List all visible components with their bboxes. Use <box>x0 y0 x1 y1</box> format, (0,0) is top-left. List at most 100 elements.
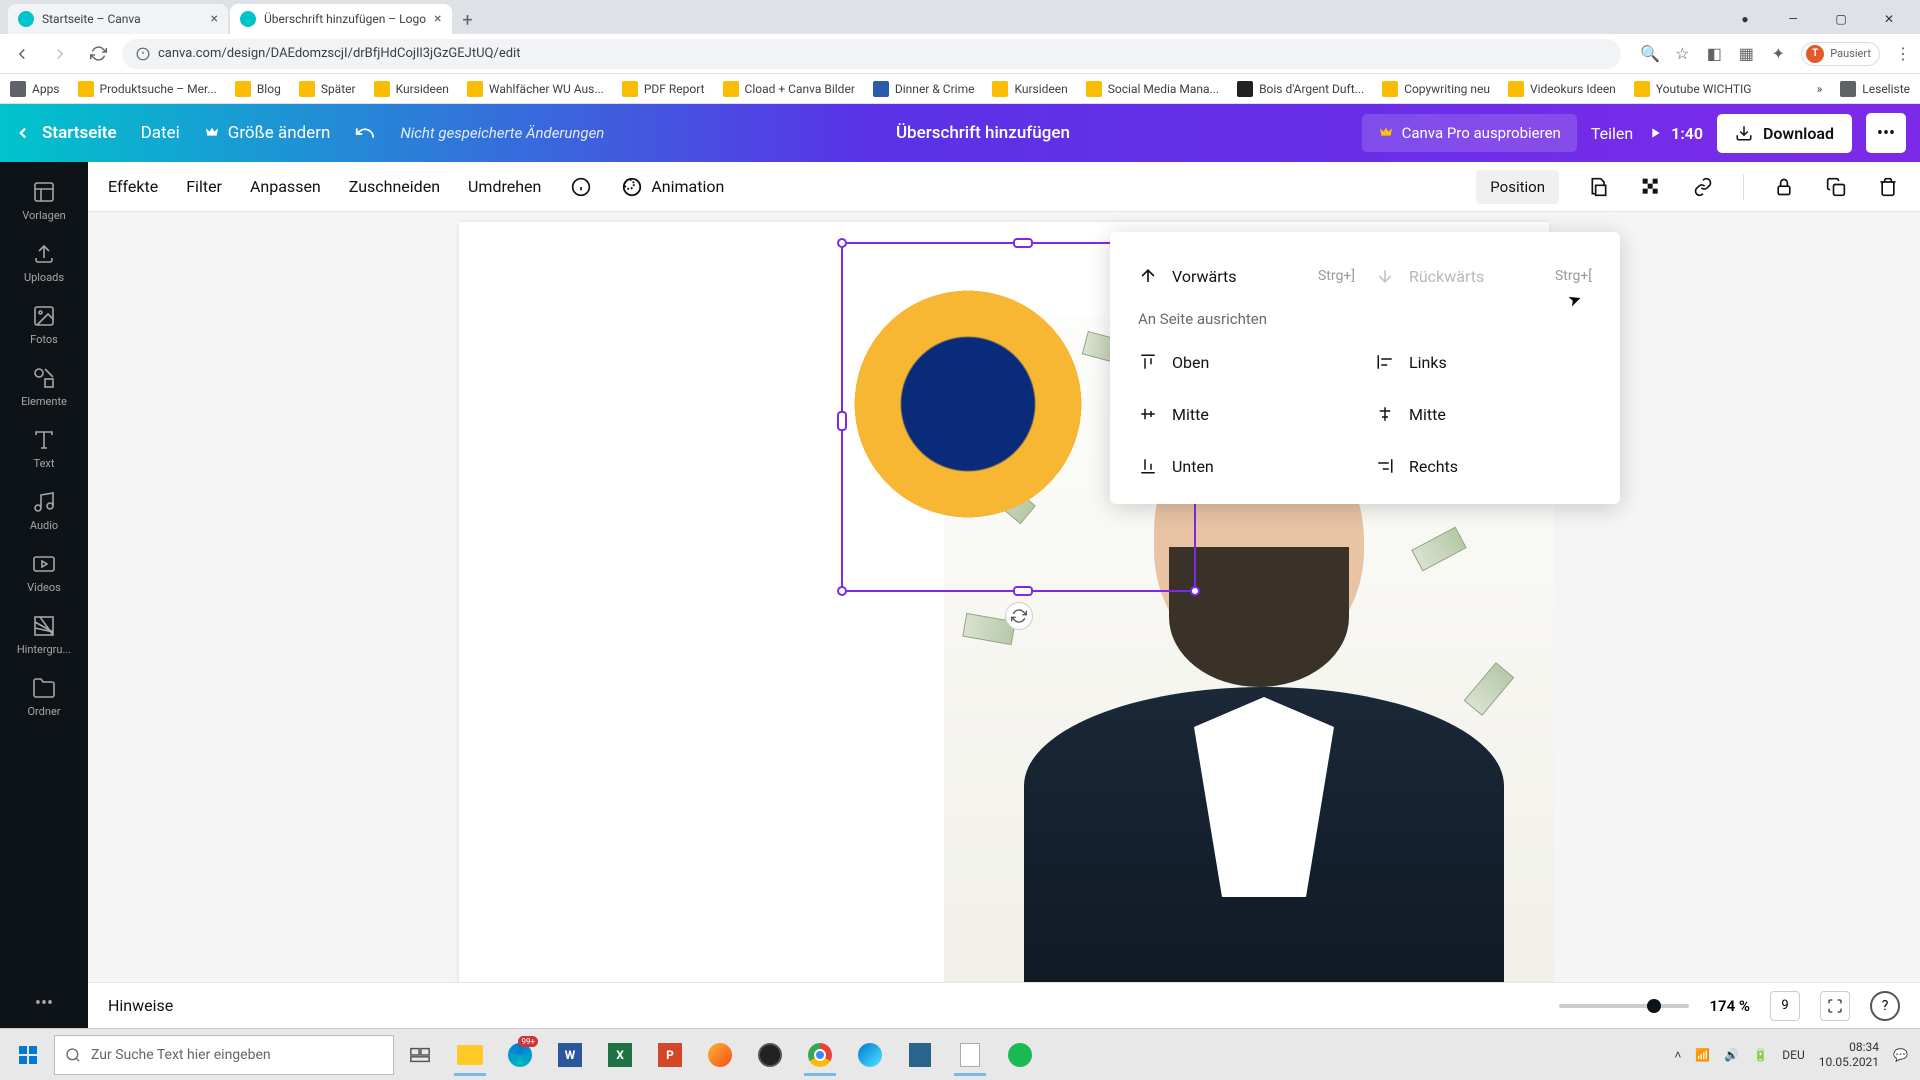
resize-handle[interactable] <box>837 586 847 596</box>
language-indicator[interactable]: DEU <box>1782 1048 1804 1062</box>
animation-button[interactable]: Animation <box>621 176 724 198</box>
zoom-percentage[interactable]: 174 % <box>1709 997 1750 1015</box>
powerpoint-app[interactable]: P <box>646 1034 694 1076</box>
copy-style-icon[interactable] <box>1587 175 1611 199</box>
fullscreen-button[interactable] <box>1820 991 1850 1021</box>
sidebar-item-templates[interactable]: Vorlagen <box>0 170 88 232</box>
bookmark-item[interactable]: PDF Report <box>622 81 705 97</box>
resize-handle[interactable] <box>1013 238 1033 248</box>
file-menu[interactable]: Datei <box>141 123 180 143</box>
canvas-area[interactable] <box>88 212 1920 1028</box>
align-top[interactable]: Oben <box>1138 344 1355 380</box>
bookmark-item[interactable]: Bois d'Argent Duft... <box>1237 81 1364 97</box>
bookmark-item[interactable]: Blog <box>235 81 281 97</box>
close-icon[interactable]: × <box>211 11 218 27</box>
resize-handle[interactable] <box>837 238 847 248</box>
more-button[interactable]: ••• <box>1866 113 1906 153</box>
volume-icon[interactable]: 🔊 <box>1724 1048 1739 1062</box>
duplicate-icon[interactable] <box>1824 175 1848 199</box>
sidebar-item-text[interactable]: Text <box>0 418 88 480</box>
design-title[interactable]: Überschrift hinzufügen <box>896 123 1070 143</box>
tray-chevron-icon[interactable]: ˄ <box>1674 1048 1681 1062</box>
transparency-icon[interactable] <box>1639 175 1663 199</box>
taskbar-search[interactable]: Zur Suche Text hier eingeben <box>54 1035 394 1075</box>
slider-thumb[interactable] <box>1647 999 1661 1013</box>
extension-icon[interactable]: ▦ <box>1737 45 1755 63</box>
download-button[interactable]: Download <box>1717 114 1852 153</box>
bookmark-apps[interactable]: Apps <box>10 81 60 97</box>
zoom-icon[interactable]: 🔍 <box>1641 45 1659 63</box>
browser-tab-active[interactable]: Überschrift hinzufügen – Logo × <box>230 4 452 34</box>
sidebar-more[interactable]: ••• <box>35 993 53 1028</box>
bookmark-item[interactable]: Copywriting neu <box>1382 81 1490 97</box>
sidebar-item-videos[interactable]: Videos <box>0 542 88 604</box>
filter-button[interactable]: Filter <box>186 177 222 196</box>
clock[interactable]: 08:34 10.05.2021 <box>1819 1040 1879 1069</box>
maximize-button[interactable]: ▢ <box>1818 4 1864 34</box>
extension-icon[interactable]: ✦ <box>1769 45 1787 63</box>
bookmark-item[interactable]: Cload + Canva Bilder <box>723 81 855 97</box>
bookmark-item[interactable]: Dinner & Crime <box>873 81 975 97</box>
sidebar-item-photos[interactable]: Fotos <box>0 294 88 356</box>
align-middle-h[interactable]: Mitte <box>1375 396 1592 432</box>
extension-icon[interactable]: ◧ <box>1705 45 1723 63</box>
battery-icon[interactable]: 🔋 <box>1753 1048 1768 1062</box>
close-icon[interactable]: × <box>434 11 441 27</box>
close-window-button[interactable]: ✕ <box>1866 4 1912 34</box>
bookmark-icon[interactable]: ☆ <box>1673 45 1691 63</box>
bookmark-item[interactable]: Kursideen <box>374 81 449 97</box>
align-bottom[interactable]: Unten <box>1138 448 1355 484</box>
explorer-app[interactable] <box>446 1034 494 1076</box>
bookmark-item[interactable]: Social Media Mana... <box>1086 81 1219 97</box>
adjust-button[interactable]: Anpassen <box>250 177 321 196</box>
bookmark-item[interactable]: Produktsuche – Mer... <box>78 81 217 97</box>
forward-option[interactable]: Vorwärts Strg+] <box>1138 258 1355 294</box>
edge2-app[interactable] <box>846 1034 894 1076</box>
address-bar[interactable]: canva.com/design/DAEdomzscjI/drBfjHdCojI… <box>122 39 1621 69</box>
resize-handle[interactable] <box>837 411 847 431</box>
resize-handle[interactable] <box>1013 586 1033 596</box>
word-app[interactable]: W <box>546 1034 594 1076</box>
info-icon[interactable] <box>569 175 593 199</box>
play-button[interactable]: 1:40 <box>1647 124 1703 143</box>
profile-badge[interactable]: T Pausiert <box>1801 42 1880 66</box>
sidebar-item-folders[interactable]: Ordner <box>0 666 88 728</box>
crop-button[interactable]: Zuschneiden <box>349 177 440 196</box>
bookmark-item[interactable]: Wahlfächer WU Aus... <box>467 81 604 97</box>
sidebar-item-uploads[interactable]: Uploads <box>0 232 88 294</box>
undo-button[interactable] <box>354 122 376 144</box>
forward-button[interactable] <box>46 40 74 68</box>
share-button[interactable]: Teilen <box>1591 124 1633 143</box>
bookmark-overflow[interactable]: » <box>1817 82 1823 96</box>
notepad-app[interactable] <box>946 1034 994 1076</box>
chrome-menu-icon[interactable]: ● <box>1722 4 1768 34</box>
sidebar-item-background[interactable]: Hintergru... <box>0 604 88 666</box>
notes-button[interactable]: Hinweise <box>108 996 173 1015</box>
lock-icon[interactable] <box>1772 175 1796 199</box>
network-icon[interactable]: 📶 <box>1695 1048 1710 1062</box>
task-view-button[interactable] <box>396 1034 444 1076</box>
home-button[interactable]: Startseite <box>14 123 117 143</box>
spotify-app[interactable] <box>996 1034 1044 1076</box>
resize-button[interactable]: Größe ändern <box>204 123 331 143</box>
effects-button[interactable]: Effekte <box>108 177 158 196</box>
bookmark-item[interactable]: Youtube WICHTIG <box>1634 81 1752 97</box>
chrome-app[interactable] <box>796 1034 844 1076</box>
kebab-menu-icon[interactable]: ⋮ <box>1894 45 1912 63</box>
sidebar-item-elements[interactable]: Elemente <box>0 356 88 418</box>
help-button[interactable]: ? <box>1870 991 1900 1021</box>
position-button[interactable]: Position <box>1476 170 1559 204</box>
align-middle-v[interactable]: Mitte <box>1138 396 1355 432</box>
back-button[interactable] <box>8 40 36 68</box>
bookmark-item[interactable]: Später <box>299 81 356 97</box>
reload-button[interactable] <box>84 40 112 68</box>
app-icon[interactable] <box>696 1034 744 1076</box>
resize-handle[interactable] <box>1190 586 1200 596</box>
bookmark-item[interactable]: Kursideen <box>992 81 1067 97</box>
bookmark-item[interactable]: Videokurs Ideen <box>1508 81 1616 97</box>
start-button[interactable] <box>4 1034 52 1076</box>
new-tab-button[interactable]: + <box>454 6 482 34</box>
rotate-handle[interactable] <box>1005 602 1033 630</box>
trash-icon[interactable] <box>1876 175 1900 199</box>
minimize-button[interactable]: — <box>1770 4 1816 34</box>
